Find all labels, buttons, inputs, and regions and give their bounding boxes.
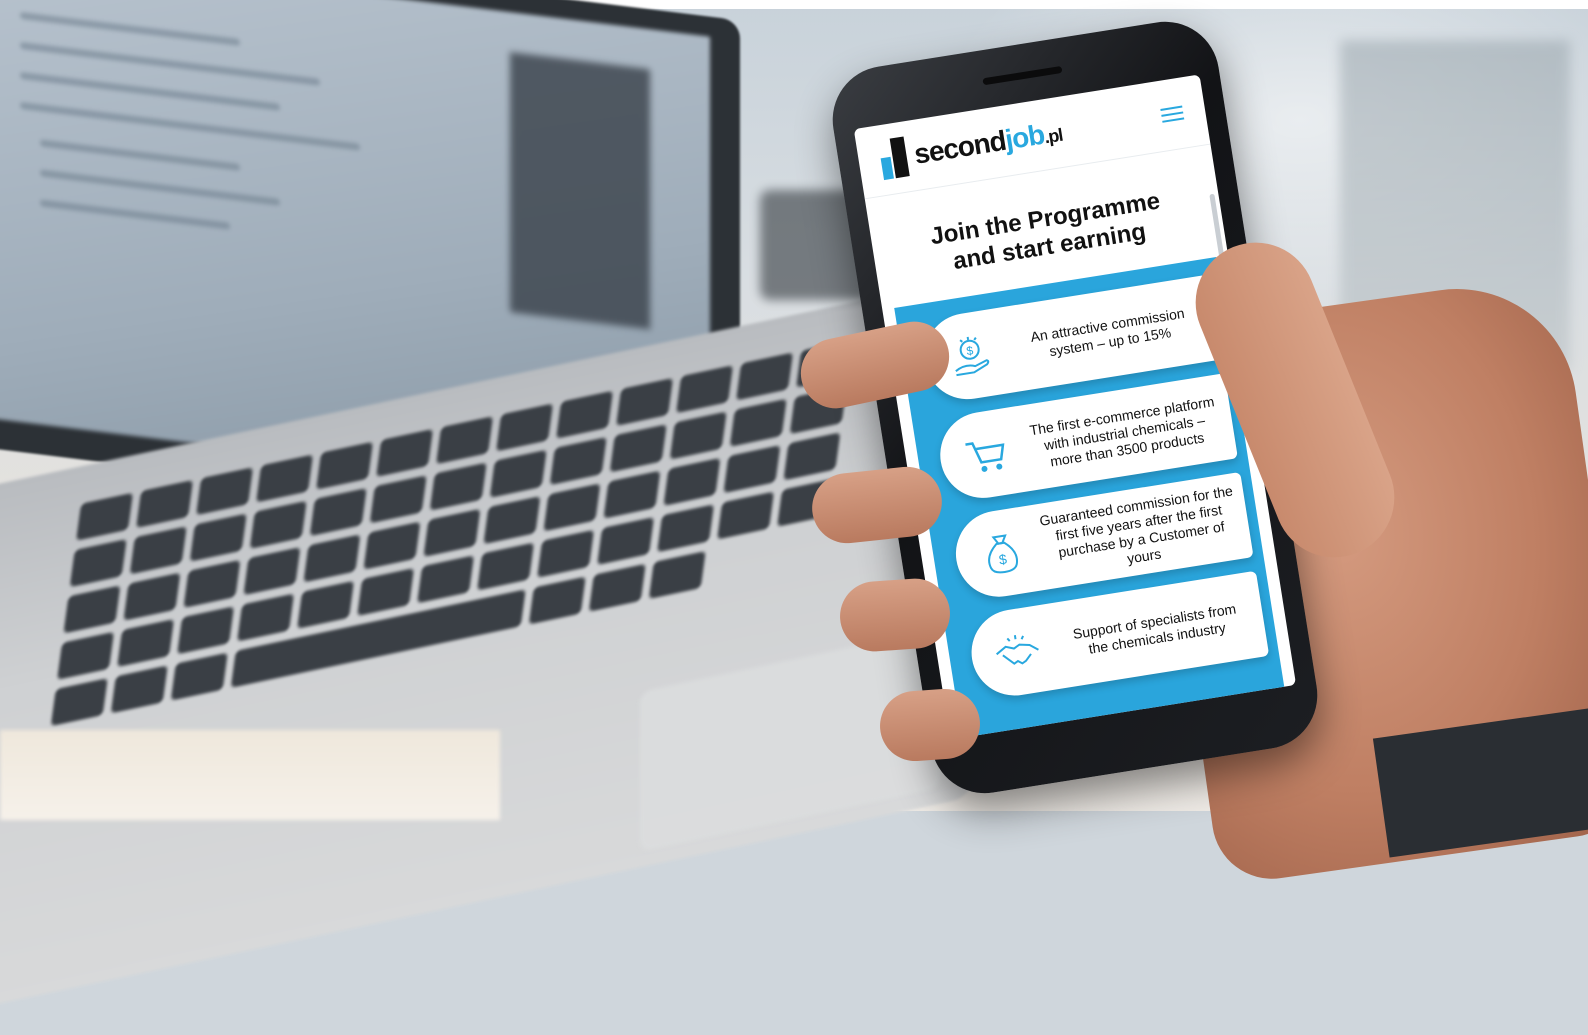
display-text-line [20, 71, 280, 111]
logo-building-icon [878, 136, 912, 181]
hamburger-menu-icon[interactable] [1160, 105, 1185, 123]
display-text-line [40, 169, 280, 206]
logo-text-second: second [912, 124, 1008, 170]
display-side-panel [510, 52, 650, 330]
display-text-line [20, 11, 240, 46]
svg-text:$: $ [998, 551, 1008, 568]
shopping-cart-icon [940, 409, 1032, 501]
handshake-icon [972, 606, 1064, 698]
logo-text: secondjob.pl [912, 116, 1064, 171]
desk-notebook [0, 730, 500, 820]
site-logo[interactable]: secondjob.pl [878, 112, 1065, 181]
display-text-line [40, 139, 240, 171]
display-text-line [40, 199, 230, 230]
money-bag-icon: $ [956, 507, 1048, 599]
svg-text:$: $ [965, 343, 974, 358]
hand-finger [837, 576, 953, 654]
logo-text-domain: .pl [1042, 124, 1064, 148]
logo-text-job: job [1002, 118, 1047, 156]
